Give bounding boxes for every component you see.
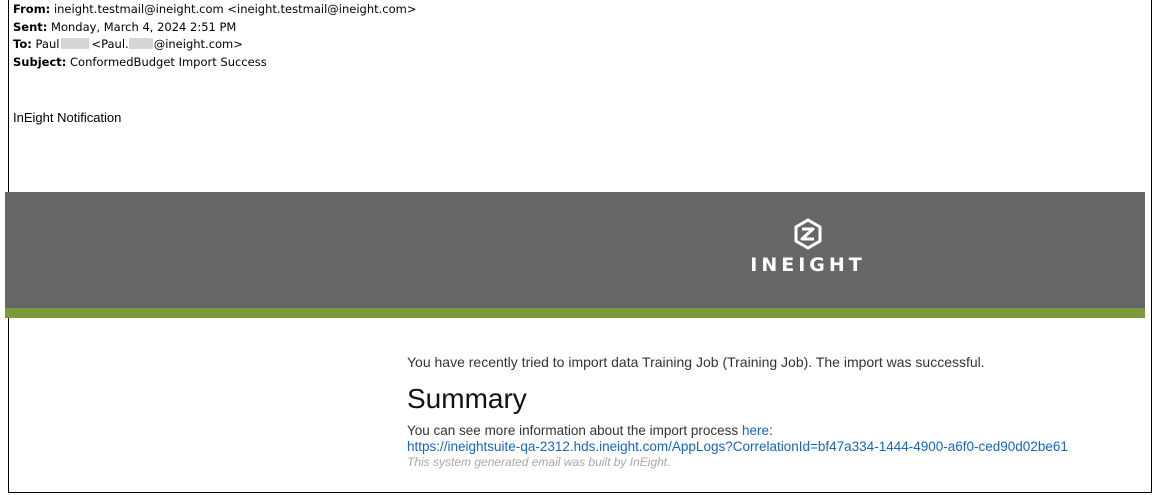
email-content: You have recently tried to import data T… — [407, 353, 1147, 469]
to-name[interactable]: Paul — [35, 37, 59, 51]
more-info-text: You can see more information about the i… — [407, 423, 742, 438]
ineight-logo: INEIGHT — [748, 218, 868, 276]
ineight-banner — [5, 192, 1145, 308]
system-footer: This system generated email was built by… — [407, 455, 671, 469]
to-address-suffix: @ineight.com> — [153, 37, 243, 51]
from-value[interactable]: ineight.testmail@ineight.com <ineight.te… — [54, 2, 417, 16]
notification-intro: InEight Notification — [13, 110, 122, 125]
from-line: From: ineight.testmail@ineight.com <inei… — [13, 1, 416, 19]
sent-label: Sent: — [13, 19, 48, 34]
applogs-url-link[interactable]: https://ineightsuite-qa-2312.hds.ineight… — [407, 439, 1147, 455]
banner-stripe — [5, 308, 1145, 318]
more-info-line: You can see more information about the i… — [407, 423, 1147, 439]
email-headers: From: ineight.testmail@ineight.com <inei… — [13, 1, 416, 71]
sent-value: Monday, March 4, 2024 2:51 PM — [51, 19, 237, 34]
sent-line: Sent: Monday, March 4, 2024 2:51 PM — [13, 19, 416, 37]
summary-heading: Summary — [407, 383, 527, 414]
subject-value: ConformedBudget Import Success — [70, 54, 267, 69]
ineight-logo-icon — [794, 218, 822, 250]
import-message: You have recently tried to import data T… — [407, 354, 985, 370]
to-address-prefix: <Paul. — [91, 37, 129, 51]
ineight-wordmark: INEIGHT — [750, 254, 866, 276]
redacted-address — [128, 38, 153, 49]
subject-line: Subject: ConformedBudget Import Success — [13, 54, 416, 72]
here-link[interactable]: here — [742, 423, 769, 438]
to-line: To: Paul <Paul. @ineight.com> — [13, 36, 416, 54]
more-info-colon: : — [768, 423, 773, 438]
redacted-surname — [61, 38, 90, 49]
from-label: From: — [13, 2, 51, 16]
subject-label: Subject: — [13, 54, 67, 69]
to-label: To: — [13, 37, 32, 51]
